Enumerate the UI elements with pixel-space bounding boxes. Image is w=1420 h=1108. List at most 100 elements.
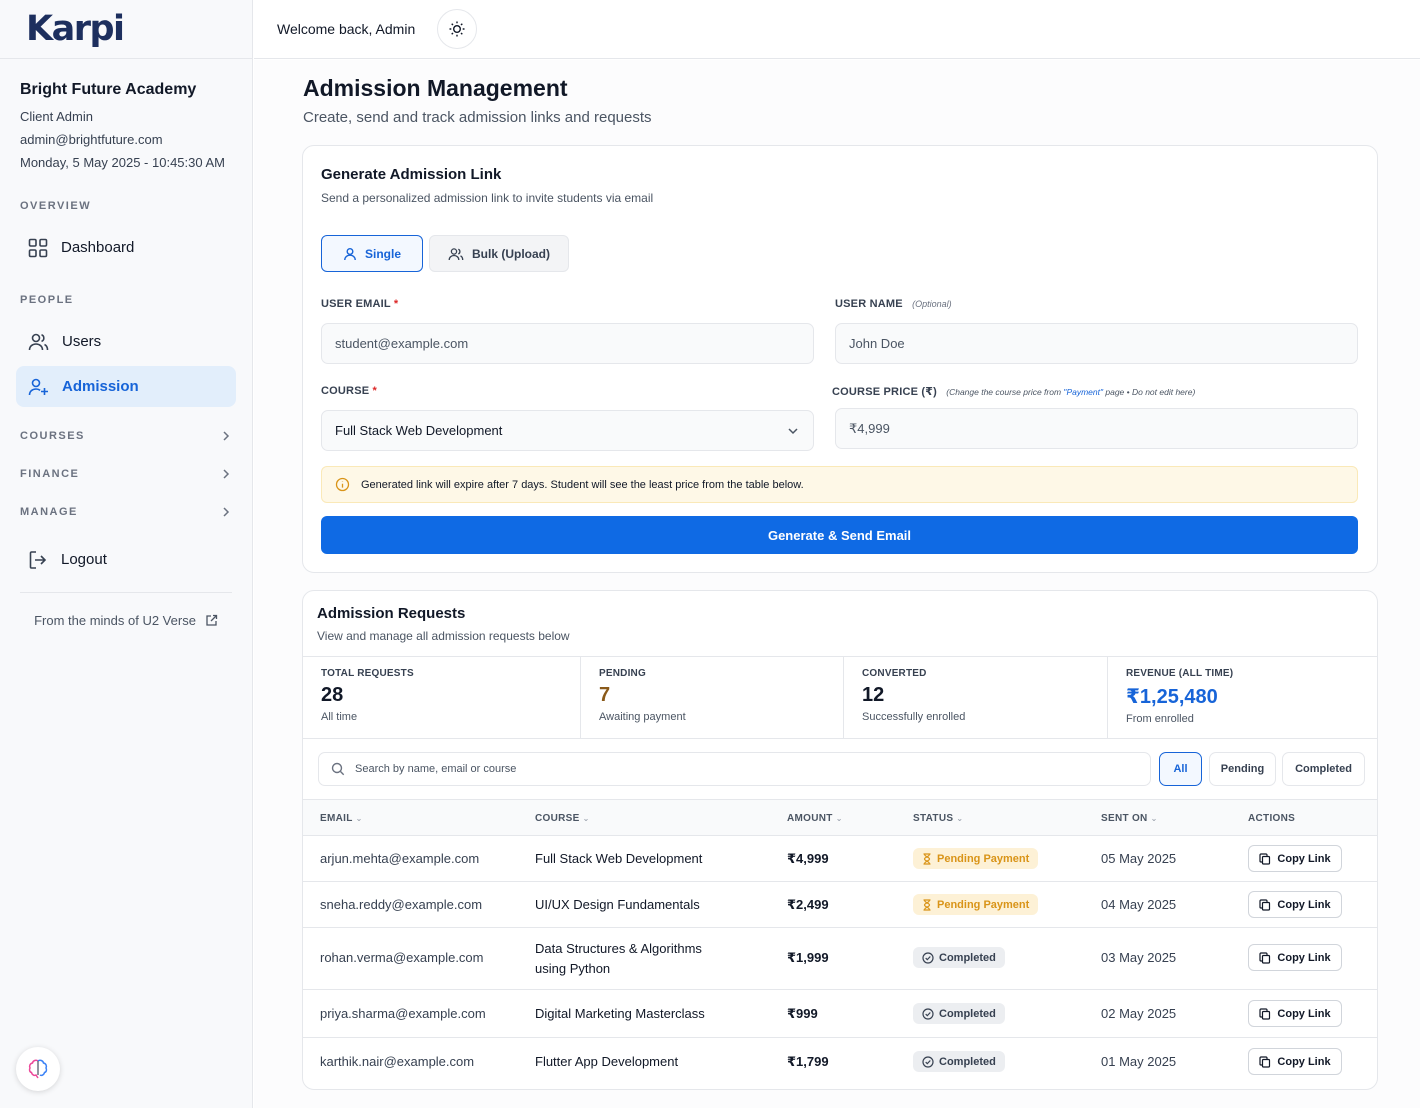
email-field[interactable]: student@example.com bbox=[321, 323, 814, 364]
copy-label: Copy Link bbox=[1277, 951, 1331, 964]
status-badge: Pending Payment bbox=[913, 894, 1039, 915]
copy-icon bbox=[1259, 1055, 1271, 1068]
section-people: PEOPLE bbox=[20, 294, 74, 306]
copy-icon bbox=[1259, 898, 1271, 911]
copy-link-button[interactable]: Copy Link bbox=[1248, 1000, 1342, 1027]
org-datetime: Monday, 5 May 2025 - 10:45:30 AM bbox=[20, 155, 225, 170]
email-placeholder: student@example.com bbox=[335, 336, 469, 351]
table-row: priya.sharma@example.com Digital Marketi… bbox=[303, 990, 1377, 1038]
app-logo[interactable]: Karpi bbox=[26, 10, 252, 48]
stat-caption: From enrolled bbox=[1126, 713, 1194, 725]
status-badge: Completed bbox=[913, 1051, 1005, 1072]
sidebar-group-manage[interactable]: MANAGE bbox=[0, 493, 252, 531]
brain-icon bbox=[28, 1059, 48, 1079]
footer-text: From the minds of U2 Verse bbox=[34, 613, 196, 628]
table-row: rohan.verma@example.com Data Structures … bbox=[303, 928, 1377, 990]
stat-value: 28 bbox=[321, 684, 344, 706]
col-amount[interactable]: AMOUNT ⌄ bbox=[787, 813, 843, 824]
col-label: AMOUNT bbox=[787, 813, 833, 824]
sort-caret-icon: ⌄ bbox=[835, 814, 843, 823]
topbar: Welcome back, Admin bbox=[254, 0, 1420, 59]
info-icon bbox=[335, 477, 350, 492]
card-title: Generate Admission Link bbox=[321, 166, 502, 183]
group-label: FINANCE bbox=[20, 468, 80, 480]
sidebar-item-label: Dashboard bbox=[61, 239, 135, 256]
user-plus-icon bbox=[28, 378, 48, 395]
sidebar-group-courses[interactable]: COURSES bbox=[0, 417, 252, 455]
price-note-prefix: (Change the course price from bbox=[946, 387, 1064, 397]
chevron-right-icon bbox=[223, 431, 230, 441]
footer-link[interactable]: From the minds of U2 Verse bbox=[0, 613, 252, 628]
stat-label: CONVERTED bbox=[862, 668, 927, 679]
external-link-icon bbox=[206, 614, 218, 626]
sidebar-item-users[interactable]: Users bbox=[16, 321, 236, 362]
sidebar-divider bbox=[20, 592, 232, 593]
welcome-text: Welcome back, Admin bbox=[277, 21, 416, 37]
col-email[interactable]: EMAIL ⌄ bbox=[320, 813, 363, 824]
col-status[interactable]: STATUS ⌄ bbox=[913, 813, 963, 824]
card-subtitle: Send a personalized admission link to in… bbox=[321, 191, 654, 205]
sidebar-item-logout[interactable]: Logout bbox=[16, 539, 236, 580]
sidebar-group-finance[interactable]: FINANCE bbox=[0, 455, 252, 493]
required-mark: * bbox=[393, 298, 399, 310]
row-course: UI/UX Design Fundamentals bbox=[535, 897, 700, 912]
search-placeholder: Search by name, email or course bbox=[355, 763, 517, 775]
col-sent-on[interactable]: SENT ON ⌄ bbox=[1101, 813, 1158, 824]
theme-toggle-button[interactable] bbox=[437, 9, 478, 49]
copy-link-button[interactable]: Copy Link bbox=[1248, 845, 1342, 872]
table-row: sneha.reddy@example.com UI/UX Design Fun… bbox=[303, 882, 1377, 928]
stat-caption: Successfully enrolled bbox=[862, 711, 966, 723]
admission-requests-card: Admission Requests View and manage all a… bbox=[302, 590, 1378, 1090]
status-badge: Completed bbox=[913, 1003, 1005, 1024]
copy-link-button[interactable]: Copy Link bbox=[1248, 944, 1342, 971]
copy-link-button[interactable]: Copy Link bbox=[1248, 891, 1342, 918]
user-icon bbox=[344, 247, 356, 260]
row-sent-on: 03 May 2025 bbox=[1101, 950, 1177, 965]
row-sent-on: 05 May 2025 bbox=[1101, 851, 1177, 866]
required-mark: * bbox=[372, 385, 378, 397]
stat-value: 7 bbox=[599, 684, 611, 706]
col-label: ACTIONS bbox=[1248, 813, 1296, 824]
copy-label: Copy Link bbox=[1277, 1055, 1331, 1068]
help-button[interactable] bbox=[16, 1047, 60, 1091]
sidebar-item-dashboard[interactable]: Dashboard bbox=[16, 227, 236, 268]
generate-send-button[interactable]: Generate & Send Email bbox=[321, 516, 1358, 554]
mode-bulk-button[interactable]: Bulk (Upload) bbox=[429, 235, 569, 272]
price-value: ₹4,999 bbox=[849, 420, 890, 436]
main-content: Admission Management Create, send and tr… bbox=[254, 60, 1420, 1108]
course-select[interactable]: Full Stack Web Development bbox=[321, 410, 814, 451]
price-note: (Change the course price from "Payment" … bbox=[946, 387, 1195, 397]
copy-icon bbox=[1259, 852, 1271, 865]
sidebar-item-label: Logout bbox=[61, 551, 107, 568]
filter-completed[interactable]: Completed bbox=[1282, 752, 1365, 786]
hourglass-icon bbox=[923, 852, 931, 865]
card-title: Admission Requests bbox=[317, 605, 466, 622]
payment-page-link[interactable]: "Payment" bbox=[1063, 387, 1103, 397]
filter-all[interactable]: All bbox=[1159, 752, 1202, 786]
search-input[interactable]: Search by name, email or course bbox=[318, 752, 1151, 786]
course-label: COURSE * bbox=[321, 385, 377, 397]
sidebar-item-admission[interactable]: Admission bbox=[16, 366, 236, 407]
sidebar-item-label: Users bbox=[62, 333, 102, 350]
org-info: Bright Future Academy Client Admin admin… bbox=[0, 59, 252, 170]
grid-icon bbox=[28, 238, 48, 257]
name-field[interactable]: John Doe bbox=[835, 323, 1358, 364]
copy-icon bbox=[1259, 1007, 1271, 1020]
col-course[interactable]: COURSE ⌄ bbox=[535, 813, 590, 824]
expiry-notice: Generated link will expire after 7 days.… bbox=[321, 466, 1358, 503]
copy-icon bbox=[1259, 951, 1271, 964]
chevron-right-icon bbox=[223, 507, 230, 517]
copy-label: Copy Link bbox=[1277, 852, 1331, 865]
search-icon bbox=[331, 762, 345, 776]
chevron-right-icon bbox=[223, 469, 230, 479]
mode-single-button[interactable]: Single bbox=[321, 235, 423, 272]
stat-label: TOTAL REQUESTS bbox=[321, 668, 414, 679]
row-sent-on: 02 May 2025 bbox=[1101, 1006, 1177, 1021]
price-label: COURSE PRICE (₹) (Change the course pric… bbox=[832, 385, 1195, 398]
users-icon bbox=[28, 333, 49, 350]
stat-value: ₹1,25,480 bbox=[1126, 686, 1218, 708]
filter-pending[interactable]: Pending bbox=[1209, 752, 1276, 786]
col-label: STATUS bbox=[913, 813, 954, 824]
row-course: Digital Marketing Masterclass bbox=[535, 1006, 705, 1021]
copy-link-button[interactable]: Copy Link bbox=[1248, 1048, 1342, 1075]
